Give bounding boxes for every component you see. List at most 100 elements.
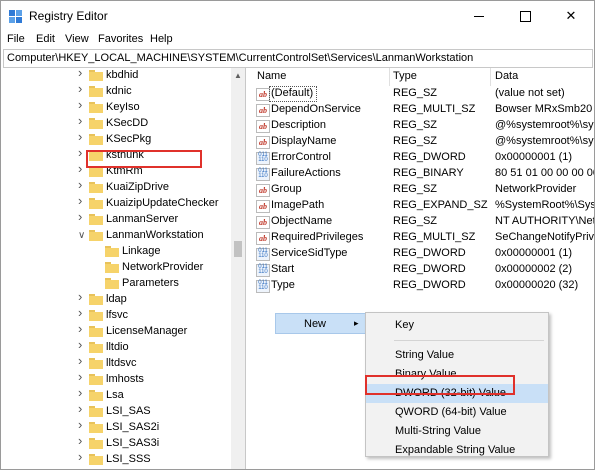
value-type: REG_SZ — [393, 119, 438, 131]
tree-item[interactable]: › KeyIso — [3, 98, 229, 116]
menu-view[interactable]: View — [65, 33, 89, 45]
submenu-item-string-value[interactable]: String Value — [366, 346, 548, 365]
tree-item[interactable]: NetworkProvider — [3, 260, 229, 276]
tree-item[interactable]: › lmhosts — [3, 370, 229, 388]
column-header-type[interactable]: Type — [393, 70, 417, 82]
chevron-right-icon[interactable]: › — [78, 418, 86, 431]
value-row[interactable]: 011 110 Start REG_DWORD 0x00000002 (2) — [251, 262, 594, 278]
chevron-right-icon[interactable]: › — [78, 114, 86, 127]
chevron-right-icon[interactable]: › — [78, 434, 86, 447]
menu-help[interactable]: Help — [150, 33, 173, 45]
value-row[interactable]: ab ObjectName REG_SZ NT AUTHORITY\Netw — [251, 214, 594, 230]
submenu-item-key[interactable]: Key — [366, 316, 548, 335]
chevron-down-icon[interactable]: ∨ — [78, 231, 86, 241]
tree-item[interactable]: › KSecDD — [3, 114, 229, 132]
tree-item[interactable]: › ldap — [3, 290, 229, 308]
value-row[interactable]: 011 110 ServiceSidType REG_DWORD 0x00000001 … — [251, 246, 594, 262]
minimize-button[interactable] — [456, 1, 502, 31]
chevron-right-icon[interactable]: › — [78, 162, 86, 175]
column-divider[interactable] — [490, 68, 491, 86]
tree-item[interactable]: › KuaiZipDrive — [3, 178, 229, 196]
chevron-right-icon[interactable]: › — [78, 306, 86, 319]
tree-item[interactable]: › kbdhid — [3, 68, 229, 84]
string-value-icon: ab — [256, 200, 270, 213]
chevron-right-icon[interactable]: › — [78, 194, 86, 207]
tree-item[interactable]: ∨ LanmanWorkstation — [3, 228, 229, 244]
chevron-right-icon[interactable]: › — [78, 402, 86, 415]
scrollbar-thumb[interactable] — [234, 241, 242, 257]
value-name: ServiceSidType — [271, 247, 348, 259]
scroll-up-icon[interactable]: ▲ — [234, 71, 242, 80]
tree-item[interactable]: › Lsa — [3, 386, 229, 404]
tree-item-label: KuaiZipDrive — [106, 181, 169, 193]
menu-file[interactable]: File — [7, 33, 25, 45]
chevron-right-icon[interactable]: › — [78, 338, 86, 351]
tree-item[interactable]: › LSI_SSS — [3, 450, 229, 468]
tree-scrollbar[interactable]: ▲ — [231, 68, 245, 469]
chevron-right-icon[interactable]: › — [78, 466, 86, 469]
registry-tree[interactable]: › kbdhid › kdnic › KeyIso › KSecDD › KSecPkg › ksth… — [3, 68, 246, 469]
value-row[interactable]: ab Group REG_SZ NetworkProvider — [251, 182, 594, 198]
context-menu-new-label: New — [304, 318, 327, 330]
tree-item[interactable]: › lltdsvc — [3, 354, 229, 372]
chevron-right-icon[interactable]: › — [78, 178, 86, 191]
binary-value-icon: 011 110 — [256, 280, 270, 293]
chevron-right-icon[interactable]: › — [78, 370, 86, 383]
string-value-icon: ab — [256, 184, 270, 197]
string-value-icon: ab — [256, 136, 270, 149]
column-header-data[interactable]: Data — [495, 70, 518, 82]
chevron-right-icon[interactable]: › — [78, 290, 86, 303]
value-data: %SystemRoot%\Syste — [495, 199, 594, 211]
chevron-right-icon[interactable]: › — [78, 146, 86, 159]
value-row[interactable]: 011 110 Type REG_DWORD 0x00000020 (32) — [251, 278, 594, 294]
tree-item[interactable]: › LSI_SAS2i — [3, 418, 229, 436]
tree-item[interactable]: Linkage — [3, 244, 229, 260]
value-row[interactable]: ab Description REG_SZ @%systemroot%\sys — [251, 118, 594, 134]
tree-item[interactable]: › LanmanServer — [3, 210, 229, 228]
tree-item-label: NetworkProvider — [122, 261, 204, 273]
maximize-button[interactable] — [502, 1, 548, 31]
registry-editor-window: Registry Editor ✕ File Edit View Favorit… — [0, 0, 595, 470]
tree-item[interactable]: › lfsvc — [3, 306, 229, 324]
chevron-right-icon[interactable]: › — [78, 322, 86, 335]
tree-item[interactable]: › KSecPkg — [3, 130, 229, 148]
value-row[interactable]: ab DependOnService REG_MULTI_SZ Bowser MRxS… — [251, 102, 594, 118]
tree-item[interactable]: › lltdio — [3, 338, 229, 356]
folder-icon — [89, 454, 103, 465]
value-name: (Default) — [271, 87, 314, 99]
chevron-right-icon[interactable]: › — [78, 386, 86, 399]
tree-item[interactable]: ›LSM — [3, 466, 229, 469]
menu-favorites[interactable]: Favorites — [98, 33, 143, 45]
tree-item[interactable]: Parameters — [3, 276, 229, 292]
chevron-right-icon[interactable]: › — [78, 130, 86, 143]
value-row[interactable]: 011 110 FailureActions REG_BINARY 80 51 01 0… — [251, 166, 594, 182]
chevron-right-icon[interactable]: › — [78, 450, 86, 463]
submenu-item-qword-64-bit-value[interactable]: QWORD (64-bit) Value — [366, 403, 548, 422]
address-bar[interactable]: Computer\HKEY_LOCAL_MACHINE\SYSTEM\Curre… — [3, 49, 593, 68]
tree-item[interactable]: › KuaizipUpdateChecker — [3, 194, 229, 212]
submenu-item-multi-string-value[interactable]: Multi-String Value — [366, 422, 548, 441]
column-header-name[interactable]: Name — [257, 70, 286, 82]
chevron-right-icon[interactable]: › — [78, 68, 86, 79]
menu-edit[interactable]: Edit — [36, 33, 55, 45]
close-button[interactable]: ✕ — [548, 1, 594, 31]
context-menu-new[interactable]: New ▸ — [275, 313, 367, 334]
chevron-right-icon[interactable]: › — [78, 98, 86, 111]
column-divider[interactable] — [389, 68, 390, 86]
submenu-item-expandable-string-value[interactable]: Expandable String Value — [366, 441, 548, 460]
binary-value-icon: 011 110 — [256, 152, 270, 165]
tree-item[interactable]: › LSI_SAS3i — [3, 434, 229, 452]
chevron-right-icon[interactable]: › — [78, 210, 86, 223]
chevron-right-icon[interactable]: › — [78, 354, 86, 367]
value-row[interactable]: ab DisplayName REG_SZ @%systemroot%\sys — [251, 134, 594, 150]
tree-item[interactable]: › LicenseManager — [3, 322, 229, 340]
chevron-right-icon[interactable]: › — [78, 82, 86, 95]
value-row[interactable]: ab RequiredPrivileges REG_MULTI_SZ SeChange… — [251, 230, 594, 246]
folder-icon — [89, 102, 103, 113]
value-row[interactable]: 011 110 ErrorControl REG_DWORD 0x00000001 (1… — [251, 150, 594, 166]
tree-item[interactable]: › LSI_SAS — [3, 402, 229, 420]
value-row[interactable]: abImagePath REG_EXPAND_SZ %SystemRoot%\Sys… — [251, 198, 594, 214]
value-row[interactable]: ab (Default) REG_SZ (value not set) — [251, 86, 594, 102]
tree-item-label: lltdio — [106, 341, 129, 353]
tree-item[interactable]: › kdnic — [3, 82, 229, 100]
